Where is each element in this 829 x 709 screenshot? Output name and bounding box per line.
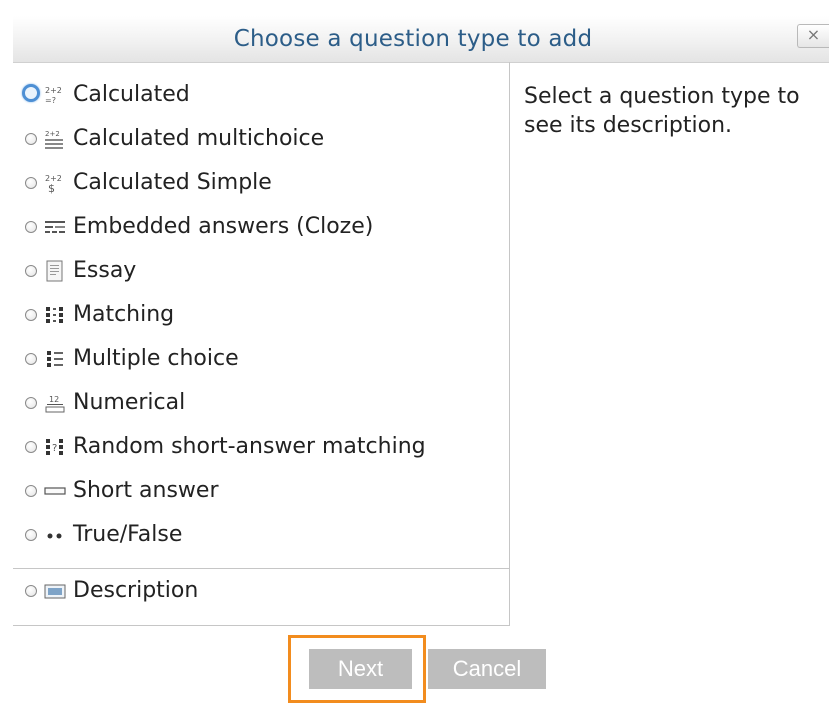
svg-text:2+2: 2+2 — [45, 130, 60, 138]
option-label: Numerical — [73, 390, 186, 415]
option-label: Matching — [73, 302, 175, 327]
calculated-simple-icon: 2+2 $ — [45, 174, 62, 194]
radio-random-short-answer-matching[interactable] — [25, 441, 37, 453]
option-calculated-multichoice[interactable]: 2+2 Calculated multichoice — [13, 120, 509, 164]
option-multiple-choice[interactable]: Multiple choice — [13, 340, 509, 384]
close-button[interactable]: × — [797, 24, 829, 48]
dialog-body: 2+2 =? Calculated 2+2 Calculated multich… — [13, 62, 829, 626]
option-label: Short answer — [73, 478, 219, 503]
svg-text:2+2: 2+2 — [45, 86, 62, 95]
radio-multiple-choice[interactable] — [25, 353, 37, 365]
next-button[interactable]: Next — [309, 649, 412, 689]
multiple-choice-icon — [47, 351, 63, 367]
option-essay[interactable]: Essay — [13, 252, 509, 296]
true-false-icon — [47, 533, 62, 539]
cancel-button[interactable]: Cancel — [428, 649, 546, 689]
option-random-short-answer-matching[interactable]: ? Random short-answer matching — [13, 428, 509, 472]
random-short-answer-matching-icon: ? — [46, 439, 63, 455]
close-icon: × — [806, 25, 821, 44]
radio-description[interactable] — [25, 585, 37, 597]
option-label: Calculated multichoice — [73, 126, 325, 151]
option-cloze[interactable]: Embedded answers (Cloze) — [13, 208, 509, 252]
radio-calculated-simple[interactable] — [25, 177, 37, 189]
dialog-title: Choose a question type to add — [233, 26, 593, 52]
radio-calculated[interactable] — [22, 84, 40, 102]
type-description: Select a question type to see its descri… — [524, 84, 800, 138]
radio-true-false[interactable] — [25, 529, 37, 541]
option-label: Description — [73, 578, 199, 603]
dialog-header: Choose a question type to add × — [13, 16, 829, 63]
option-label: Multiple choice — [73, 346, 239, 371]
cloze-icon — [45, 221, 65, 233]
question-type-list: 2+2 =? Calculated 2+2 Calculated multich… — [13, 62, 510, 626]
option-calculated-simple[interactable]: 2+2 $ Calculated Simple — [13, 164, 509, 208]
radio-calculated-multichoice[interactable] — [25, 133, 37, 145]
option-short-answer[interactable]: Short answer — [13, 472, 509, 516]
radio-cloze[interactable] — [25, 221, 37, 233]
option-label: Embedded answers (Cloze) — [73, 214, 374, 239]
radio-short-answer[interactable] — [25, 485, 37, 497]
calculated-multichoice-icon: 2+2 — [45, 130, 63, 149]
option-true-false[interactable]: True/False — [13, 516, 509, 560]
description-icon — [44, 584, 66, 599]
dialog-footer: Next Cancel — [0, 626, 829, 709]
svg-text:=?: =? — [45, 96, 56, 105]
numerical-icon: 12 — [45, 395, 65, 413]
svg-text:$: $ — [48, 182, 55, 194]
option-label: Calculated Simple — [73, 170, 272, 195]
option-description[interactable]: Description — [13, 572, 509, 616]
radio-matching[interactable] — [25, 309, 37, 321]
radio-numerical[interactable] — [25, 397, 37, 409]
option-label: Random short-answer matching — [73, 434, 426, 459]
option-label: Calculated — [73, 82, 190, 107]
option-matching[interactable]: Matching — [13, 296, 509, 340]
svg-text:12: 12 — [49, 395, 59, 404]
option-numerical[interactable]: 12 Numerical — [13, 384, 509, 428]
option-calculated[interactable]: 2+2 =? Calculated — [13, 76, 509, 120]
list-separator — [13, 568, 509, 569]
option-label: True/False — [73, 522, 183, 547]
svg-text:?: ? — [52, 443, 57, 454]
radio-essay[interactable] — [25, 265, 37, 277]
question-type-dialog: Choose a question type to add × 2+2 =? C… — [0, 0, 829, 709]
short-answer-icon — [44, 487, 66, 495]
matching-icon — [46, 307, 63, 323]
option-label: Essay — [73, 258, 137, 283]
essay-icon — [46, 260, 63, 282]
calculated-icon: 2+2 =? — [45, 86, 62, 105]
